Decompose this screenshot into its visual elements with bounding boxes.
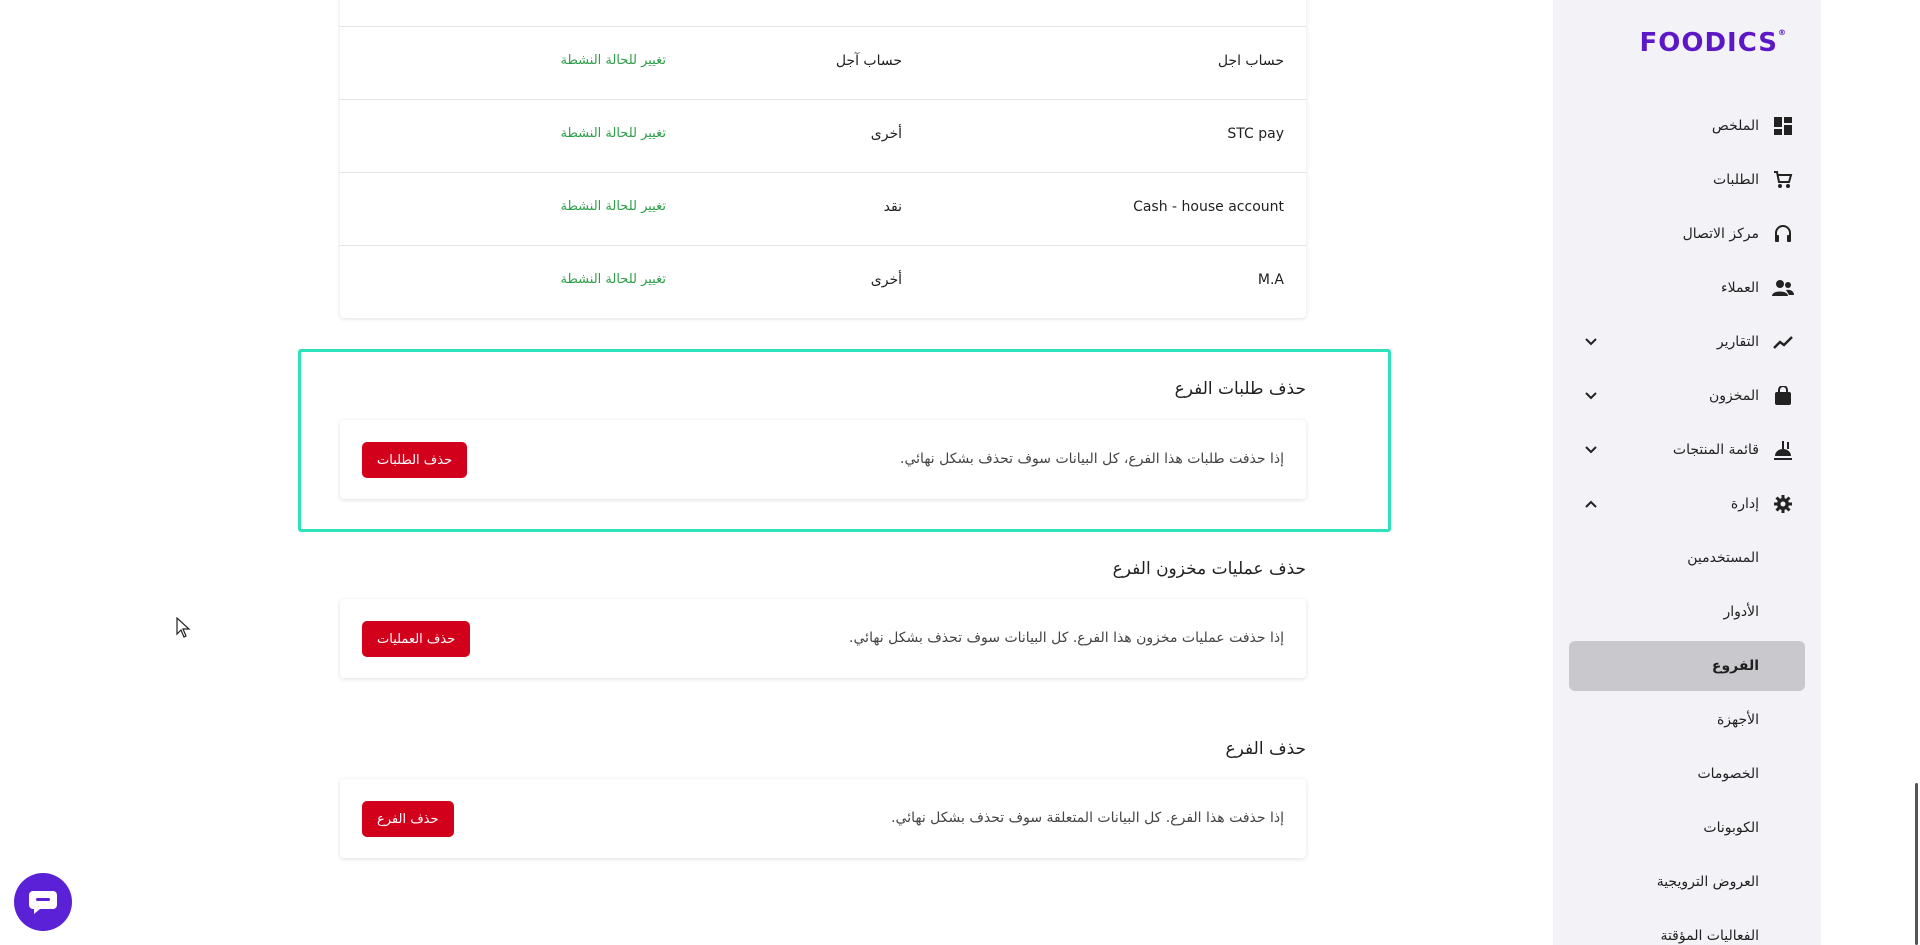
- payment-name: Cash - house account: [1133, 199, 1284, 215]
- table-row: Cash - house account نقد تغيير للحالة ال…: [340, 172, 1306, 245]
- activate-link[interactable]: تغيير للحالة النشطة: [561, 199, 666, 214]
- trending-icon: [1771, 330, 1795, 354]
- sidebar: FOODICS® الملخص الطلبات مركز الاتصال الع…: [1553, 0, 1821, 945]
- sidebar-item-label: الفروع: [1711, 658, 1759, 674]
- dashboard-icon: [1771, 114, 1795, 138]
- gear-icon: [1771, 492, 1795, 516]
- sidebar-item-label: الكوبونات: [1703, 820, 1759, 836]
- payment-name: M.A: [1257, 272, 1284, 288]
- activate-link[interactable]: تغيير للحالة النشطة: [561, 126, 666, 141]
- activate-link[interactable]: تغيير للحالة النشطة: [561, 53, 666, 68]
- sidebar-item-label: الخصومات: [1697, 766, 1759, 782]
- sidebar-item-orders[interactable]: الطلبات: [1569, 155, 1805, 205]
- payment-name: STC pay: [1227, 126, 1284, 142]
- sidebar-item-label: الفعاليات المؤقتة: [1660, 928, 1759, 944]
- sidebar-item-customers[interactable]: العملاء: [1569, 263, 1805, 313]
- sidebar-item-reports[interactable]: التقارير: [1569, 317, 1805, 367]
- chat-bubble-icon: [29, 891, 57, 914]
- foodics-logo[interactable]: FOODICS®: [1639, 28, 1787, 58]
- sidebar-item-timed-events[interactable]: الفعاليات المؤقتة: [1569, 911, 1805, 945]
- sidebar-item-call-center[interactable]: مركز الاتصال: [1569, 209, 1805, 259]
- sidebar-item-users[interactable]: المستخدمين: [1569, 533, 1805, 583]
- chevron-up-icon: [1579, 492, 1603, 516]
- sidebar-item-label: التقارير: [1716, 334, 1759, 350]
- payment-type: أخرى: [870, 272, 902, 288]
- table-row: حساب اجل حساب آجل تغيير للحالة النشطة: [340, 26, 1306, 99]
- chat-button[interactable]: [14, 873, 72, 931]
- delete-inventory-description: إذا حذفت عمليات مخزون هذا الفرع. كل البي…: [849, 630, 1284, 646]
- payment-name: حساب اجل: [1217, 53, 1284, 69]
- delete-branch-description: إذا حذفت هذا الفرع. كل البيانات المتعلقة…: [891, 810, 1284, 826]
- bag-icon: [1771, 384, 1795, 408]
- delete-orders-button[interactable]: حذف الطلبات: [362, 442, 468, 478]
- sidebar-item-discounts[interactable]: الخصومات: [1569, 749, 1805, 799]
- payment-type: حساب آجل: [835, 53, 902, 69]
- sidebar-item-label: العملاء: [1721, 280, 1759, 296]
- chevron-down-icon: [1579, 438, 1603, 462]
- delete-orders-title: حذف طلبات الفرع: [1174, 379, 1306, 399]
- sidebar-item-label: الأدوار: [1723, 604, 1759, 620]
- sidebar-item-label: المخزون: [1708, 388, 1759, 404]
- sidebar-item-menu[interactable]: قائمة المنتجات: [1569, 425, 1805, 475]
- sidebar-item-inventory[interactable]: المخزون: [1569, 371, 1805, 421]
- sidebar-item-label: إدارة: [1730, 496, 1759, 512]
- table-row: STC pay أخرى تغيير للحالة النشطة: [340, 99, 1306, 172]
- sidebar-item-devices[interactable]: الأجهزة: [1569, 695, 1805, 745]
- delete-orders-description: إذا حذفت طلبات هذا الفرع، كل البيانات سو…: [900, 451, 1284, 467]
- sidebar-item-label: الطلبات: [1713, 172, 1759, 188]
- sidebar-item-dashboard[interactable]: الملخص: [1569, 101, 1805, 151]
- sidebar-item-promotions[interactable]: العروض الترويجية: [1569, 857, 1805, 907]
- sidebar-item-label: العروض الترويجية: [1656, 874, 1759, 890]
- payment-type: أخرى: [870, 126, 902, 142]
- sidebar-item-label: الملخص: [1711, 118, 1759, 134]
- sidebar-item-label: المستخدمين: [1687, 550, 1759, 566]
- page-scrollbar[interactable]: [1915, 783, 1918, 945]
- food-icon: [1771, 438, 1795, 462]
- chevron-down-icon: [1579, 330, 1603, 354]
- activate-link[interactable]: تغيير للحالة النشطة: [561, 272, 666, 287]
- sidebar-item-label: قائمة المنتجات: [1672, 442, 1759, 458]
- people-icon: [1771, 276, 1795, 300]
- delete-inventory-card: إذا حذفت عمليات مخزون هذا الفرع. كل البي…: [340, 599, 1306, 678]
- headset-icon: [1771, 222, 1795, 246]
- delete-orders-card: إذا حذفت طلبات هذا الفرع، كل البيانات سو…: [340, 420, 1306, 499]
- cart-icon: [1771, 168, 1795, 192]
- sidebar-item-coupons[interactable]: الكوبونات: [1569, 803, 1805, 853]
- payment-methods-table: حساب اجل حساب آجل تغيير للحالة النشطة ST…: [340, 0, 1306, 318]
- sidebar-item-branches[interactable]: الفروع: [1569, 641, 1805, 691]
- table-row: M.A أخرى تغيير للحالة النشطة: [340, 245, 1306, 318]
- payment-type: نقد: [883, 199, 902, 215]
- sidebar-item-roles[interactable]: الأدوار: [1569, 587, 1805, 637]
- mouse-cursor-icon: [176, 616, 192, 643]
- sidebar-item-management[interactable]: إدارة: [1569, 479, 1805, 529]
- delete-branch-title: حذف الفرع: [1225, 739, 1306, 759]
- delete-branch-button[interactable]: حذف الفرع: [362, 801, 454, 837]
- delete-branch-card: إذا حذفت هذا الفرع. كل البيانات المتعلقة…: [340, 779, 1306, 858]
- sidebar-item-label: الأجهزة: [1716, 712, 1759, 728]
- delete-operations-button[interactable]: حذف العمليات: [362, 621, 471, 657]
- chevron-down-icon: [1579, 384, 1603, 408]
- delete-inventory-title: حذف عمليات مخزون الفرع: [1112, 559, 1306, 579]
- sidebar-item-label: مركز الاتصال: [1682, 226, 1759, 242]
